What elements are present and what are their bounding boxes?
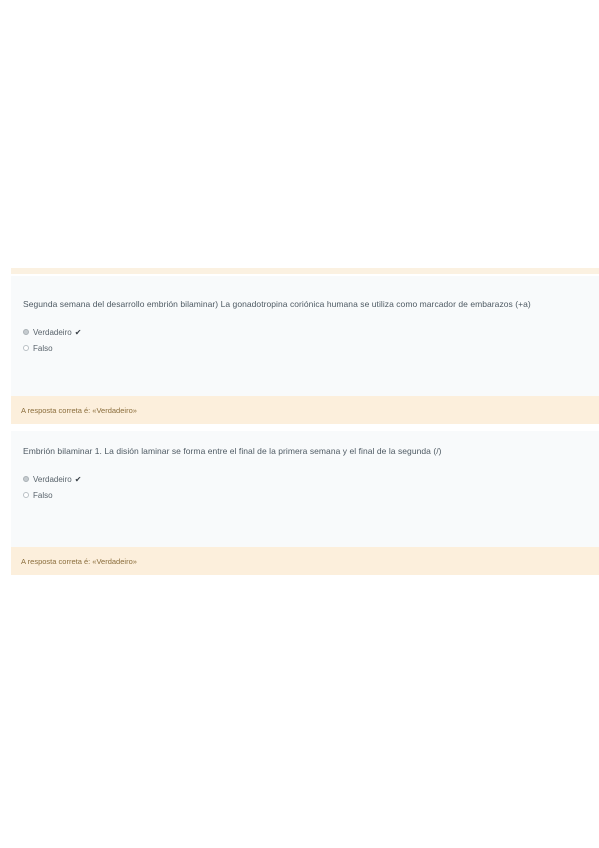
answer-label: Verdadeiro: [33, 474, 72, 484]
radio-checked-icon[interactable]: [23, 329, 29, 335]
previous-feedback-strip: [11, 268, 599, 274]
question-body: Segunda semana del desarrollo embrión bi…: [11, 276, 599, 396]
answer-label: Falso: [33, 490, 53, 500]
answer-option-true[interactable]: Verdadeiro ✔: [23, 471, 587, 487]
question-card: Embrión bilaminar 1. La disión laminar s…: [11, 431, 599, 575]
radio-checked-icon[interactable]: [23, 476, 29, 482]
question-card: Segunda semana del desarrollo embrión bi…: [11, 276, 599, 424]
answer-list: Verdadeiro ✔ Falso: [23, 324, 587, 356]
radio-unchecked-icon[interactable]: [23, 345, 29, 351]
quiz-review-page: Segunda semana del desarrollo embrión bi…: [0, 0, 599, 848]
correct-answer-feedback: A resposta correta é: «Verdadeiro»: [11, 547, 599, 575]
feedback-text: A resposta correta é: «Verdadeiro»: [21, 405, 137, 415]
answer-label: Falso: [33, 343, 53, 353]
correct-answer-feedback: A resposta correta é: «Verdadeiro»: [11, 396, 599, 424]
answer-label: Verdadeiro: [33, 327, 72, 337]
question-body: Embrión bilaminar 1. La disión laminar s…: [11, 431, 599, 547]
check-icon: ✔: [74, 474, 82, 484]
answer-option-false[interactable]: Falso: [23, 487, 587, 503]
feedback-text: A resposta correta é: «Verdadeiro»: [21, 556, 137, 566]
answer-option-true[interactable]: Verdadeiro ✔: [23, 324, 587, 340]
answer-list: Verdadeiro ✔ Falso: [23, 471, 587, 503]
check-icon: ✔: [74, 327, 82, 337]
answer-option-false[interactable]: Falso: [23, 340, 587, 356]
radio-unchecked-icon[interactable]: [23, 492, 29, 498]
question-text: Embrión bilaminar 1. La disión laminar s…: [23, 446, 442, 456]
question-text: Segunda semana del desarrollo embrión bi…: [23, 299, 531, 309]
